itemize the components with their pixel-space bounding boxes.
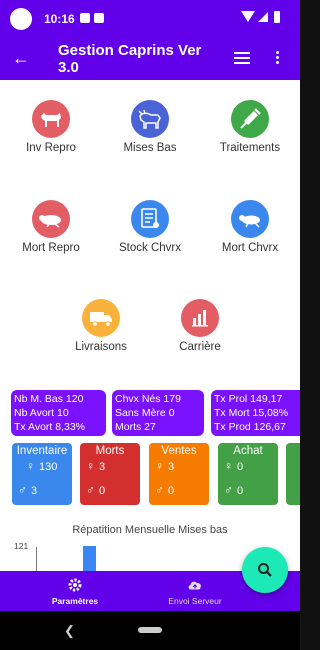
female-count: ♀ 3 — [86, 459, 106, 473]
tile-stock-chvrx[interactable]: Stock Chvrx — [100, 200, 200, 254]
tile-label: Livraisons — [75, 341, 127, 353]
status-bar: 10:16 — [0, 0, 300, 36]
phone-screen: 10:16 ← Gestion Caprins Ver 3.0 Inv Repr… — [0, 0, 300, 650]
y-tick-label: 121 — [14, 541, 29, 551]
male-icon: ♂ — [86, 483, 95, 497]
male-count: ♂ 0 — [86, 483, 106, 497]
female-icon: ♀ — [26, 459, 35, 473]
notification-icon — [80, 13, 90, 23]
stat-box-taux: Tx Prol 149,17 Tx Mort 15,08% Tx Prod 12… — [211, 390, 300, 436]
system-back-icon[interactable]: ❮ — [64, 623, 75, 639]
y-axis — [36, 547, 37, 571]
stat-box-mises-bas: Nb M. Bas 120 Nb Avort 10 Tx Avort 8,33% — [11, 390, 106, 436]
tile-mort-repro[interactable]: Mort Repro — [1, 200, 101, 254]
tile-mort-chvrx[interactable]: Mort Chvrx — [200, 200, 300, 254]
card-title: Inventaire — [16, 445, 68, 457]
hamburger-menu-icon[interactable] — [234, 52, 250, 64]
app-bar: ← Gestion Caprins Ver 3.0 — [0, 36, 300, 80]
syringe-icon — [231, 100, 269, 138]
chart-bar — [83, 546, 96, 571]
system-nav-bar: ❮ — [0, 611, 300, 650]
card-morts[interactable]: Morts ♀ 3 ♂ 0 — [80, 443, 140, 505]
dead-goat-icon — [32, 200, 70, 238]
tile-label: Inv Repro — [26, 142, 76, 154]
stat-line: Tx Avort 8,33% — [14, 421, 86, 433]
card-ventes[interactable]: Ventes ♀ 3 ♂ 0 — [149, 443, 209, 505]
more-options-icon[interactable] — [276, 51, 280, 65]
male-icon: ♂ — [18, 483, 27, 497]
truck-icon — [82, 299, 120, 337]
male-count: ♂ 3 — [18, 483, 38, 497]
signal-icon — [258, 12, 268, 22]
card-achat[interactable]: Achat ♀ 0 ♂ 0 — [218, 443, 278, 505]
tile-label: Carrière — [179, 341, 221, 353]
goat-icon — [32, 100, 70, 138]
female-icon: ♀ — [224, 459, 233, 473]
stat-line: Nb Avort 10 — [14, 407, 69, 419]
stat-box-chevreaux: Chvx Nés 179 Sans Mère 0 Morts 27 — [112, 390, 204, 436]
tile-traitements[interactable]: Traitements — [200, 100, 300, 154]
search-icon — [258, 563, 272, 577]
system-home-pill[interactable] — [138, 627, 162, 633]
camera-cutout — [10, 8, 32, 30]
dead-kid-icon — [231, 200, 269, 238]
tile-label: Mort Chvrx — [221, 242, 279, 254]
goat-birth-icon — [131, 100, 169, 138]
stat-line: Sans Mère 0 — [115, 407, 175, 419]
tile-label: Mort Repro — [22, 242, 80, 254]
app-title: Gestion Caprins Ver 3.0 — [58, 42, 202, 76]
female-count: ♀ 130 — [26, 459, 58, 473]
tile-inv-repro[interactable]: Inv Repro — [1, 100, 101, 154]
battery-icon — [274, 11, 280, 23]
male-icon: ♂ — [224, 483, 233, 497]
document-icon — [131, 200, 169, 238]
card-title: Ventes — [161, 445, 197, 457]
nav-label: Envoi Serveur — [168, 596, 222, 606]
female-icon: ♀ — [155, 459, 164, 473]
wifi-icon — [241, 11, 255, 22]
tile-label: Mises Bas — [123, 142, 177, 154]
tile-label: Stock Chvrx — [119, 242, 181, 254]
female-count: ♀ 0 — [224, 459, 244, 473]
male-count: ♂ 0 — [155, 483, 175, 497]
tile-carriere[interactable]: Carrière — [150, 299, 250, 353]
status-time: 10:16 — [44, 12, 75, 26]
card-inventaire[interactable]: Inventaire ♀ 130 ♂ 3 — [12, 443, 72, 505]
back-arrow-icon[interactable]: ← — [12, 48, 30, 68]
male-count: ♂ 0 — [224, 483, 244, 497]
gear-icon — [68, 578, 82, 592]
bar-chart-icon — [181, 299, 219, 337]
male-icon: ♂ — [155, 483, 164, 497]
cloud-upload-icon — [188, 581, 201, 590]
notification-icon — [94, 13, 104, 23]
tile-label: Traitements — [219, 142, 281, 154]
card-partial — [286, 443, 300, 505]
card-title: Achat — [233, 445, 263, 457]
card-title: Morts — [95, 445, 125, 457]
tile-mises-bas[interactable]: Mises Bas — [100, 100, 200, 154]
stat-line: Chvx Nés 179 — [115, 393, 181, 405]
search-fab[interactable] — [242, 547, 288, 593]
stat-line: Tx Prod 126,67 — [214, 421, 286, 433]
stat-line: Tx Mort 15,08% — [214, 407, 289, 419]
stat-line: Nb M. Bas 120 — [14, 393, 84, 405]
chart-title: Répatition Mensuelle Mises bas — [72, 524, 228, 536]
tile-livraisons[interactable]: Livraisons — [51, 299, 151, 353]
female-icon: ♀ — [86, 459, 95, 473]
female-count: ♀ 3 — [155, 459, 175, 473]
stat-line: Tx Prol 149,17 — [214, 393, 283, 405]
stat-line: Morts 27 — [115, 421, 156, 433]
